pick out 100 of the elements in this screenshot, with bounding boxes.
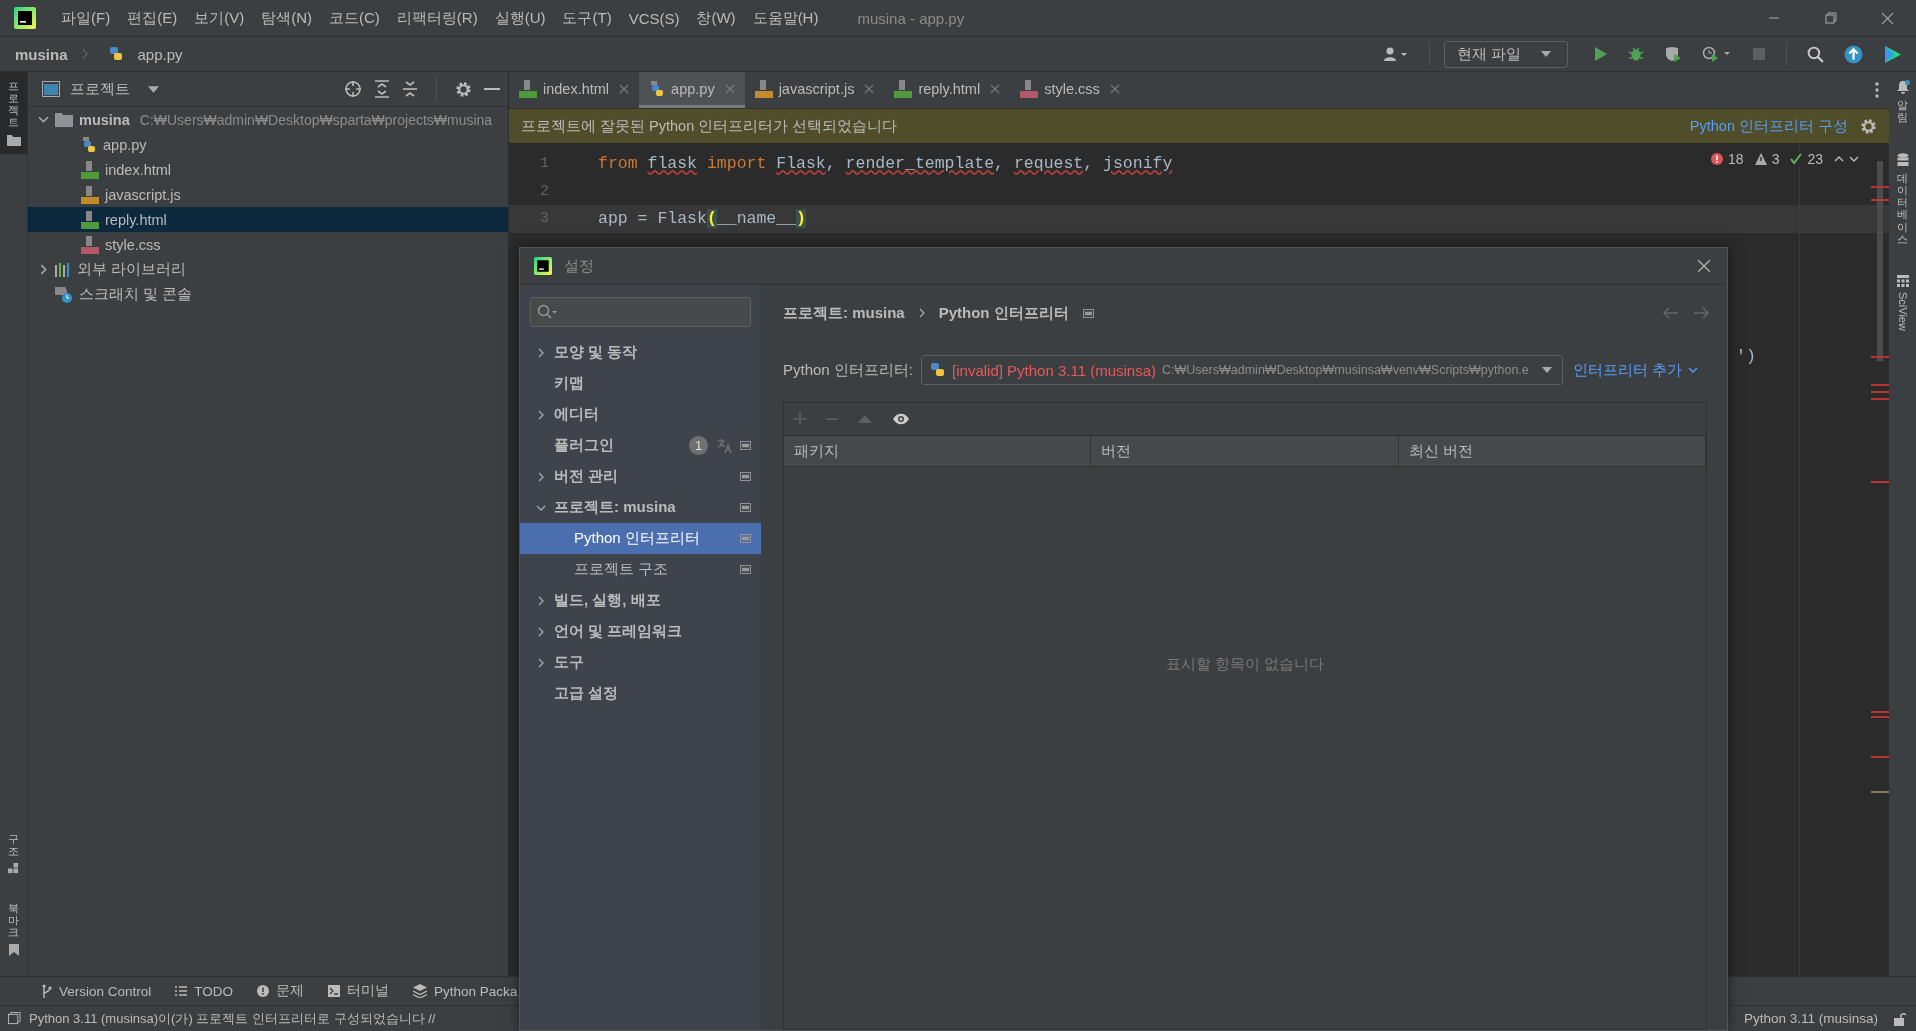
coverage-icon[interactable] [1664, 46, 1682, 62]
ide-logo-icon[interactable] [1883, 44, 1902, 64]
previous-icon[interactable] [1834, 156, 1844, 162]
settings-icon[interactable] [455, 80, 472, 98]
run-config-dropdown[interactable]: 현재 파일 [1443, 40, 1568, 68]
settings-nav-item[interactable]: 키맵 [520, 368, 761, 399]
settings-nav-item[interactable]: 빌드, 실행, 배포 [520, 585, 761, 616]
tool-window-button[interactable]: 북마크 [0, 893, 27, 964]
tool-window-button[interactable]: SciView [1889, 266, 1916, 339]
tool-window-tab[interactable]: TODO [175, 983, 234, 999]
close-icon[interactable] [990, 83, 1001, 94]
search-icon[interactable] [1807, 45, 1824, 63]
settings-nav-item[interactable]: 버전 관리 [520, 461, 761, 492]
more-icon[interactable] [1875, 82, 1879, 98]
tree-row[interactable]: app.py [28, 132, 508, 157]
collapse-all-icon[interactable] [402, 80, 418, 98]
chevron-icon[interactable] [536, 347, 546, 358]
chevron-icon[interactable] [536, 409, 546, 420]
close-icon[interactable] [864, 83, 875, 94]
breadcrumb-project[interactable]: musina [15, 45, 68, 63]
tree-row[interactable]: javascript.js [28, 182, 508, 207]
chevron-icon[interactable] [536, 471, 546, 482]
expand-all-icon[interactable] [374, 80, 390, 98]
add-interpreter-link[interactable]: 인터프리터 추가 [1573, 360, 1699, 380]
caret-icon[interactable] [148, 85, 159, 93]
tree-row[interactable]: reply.html [28, 207, 508, 232]
menu-item[interactable]: 창(W) [696, 8, 736, 28]
panel-toggle-icon[interactable] [8, 1012, 21, 1025]
panel-title[interactable]: 프로젝트 [70, 79, 130, 99]
menu-item[interactable]: 코드(C) [329, 8, 380, 28]
user-icon[interactable] [1382, 46, 1409, 62]
column-header[interactable]: 버전 [1091, 436, 1399, 466]
tool-window-button[interactable]: 데이터베이스 [1889, 145, 1916, 253]
editor-tab[interactable]: javascript.js [744, 72, 885, 108]
close-icon[interactable] [619, 83, 630, 94]
close-icon[interactable] [1881, 11, 1894, 25]
debug-icon[interactable] [1628, 46, 1644, 62]
menu-item[interactable]: 탐색(N) [261, 8, 312, 28]
profiler-icon[interactable] [1702, 46, 1732, 62]
settings-nav-item[interactable]: 에디터 [520, 399, 761, 430]
hide-icon[interactable] [484, 87, 500, 91]
tree-row[interactable]: 스크래치 및 콘솔 [28, 282, 508, 307]
menu-item[interactable]: 도움말(H) [752, 8, 819, 28]
tool-window-tab[interactable]: Python Packa [413, 983, 518, 999]
lock-icon[interactable] [1894, 1011, 1906, 1026]
column-header[interactable]: 패키지 [784, 436, 1092, 466]
locate-icon[interactable] [344, 80, 362, 98]
menu-item[interactable]: 리팩터링(R) [396, 8, 478, 28]
chevron-icon[interactable] [536, 595, 546, 606]
tool-window-tab[interactable]: 터미널 [328, 982, 390, 1000]
editor-tab[interactable]: style.css [1010, 72, 1130, 108]
settings-nav-item[interactable]: 프로젝트: musina [520, 492, 761, 523]
settings-nav-item[interactable]: 고급 설정 [520, 678, 761, 709]
menu-item[interactable]: 도구(T) [562, 8, 612, 28]
chevron-icon[interactable] [536, 657, 546, 668]
settings-nav-item[interactable]: 도구 [520, 647, 761, 678]
editor-tab[interactable]: index.html [509, 72, 640, 108]
search-field[interactable] [530, 297, 751, 327]
chevron-icon[interactable] [536, 626, 546, 637]
close-icon[interactable] [1109, 83, 1120, 94]
settings-nav-item[interactable]: 프로젝트 구조 [520, 554, 761, 585]
chevron-icon[interactable] [38, 114, 49, 125]
tool-window-tab[interactable]: Version Control [42, 983, 152, 999]
next-icon[interactable] [1849, 156, 1859, 162]
interpreter-dropdown[interactable]: [invalid] Python 3.11 (musinsa) C:₩Users₩admin₩Desktop₩musinsa₩venv₩Scripts₩python.e [921, 355, 1564, 385]
column-header[interactable]: 최신 버전 [1398, 436, 1706, 466]
tool-window-button[interactable]: 구조 [0, 824, 27, 882]
chevron-icon[interactable] [38, 264, 49, 275]
tree-row[interactable]: index.html [28, 157, 508, 182]
close-icon[interactable] [1697, 259, 1711, 273]
configure-interpreter-link[interactable]: Python 인터프리터 구성 [1689, 116, 1848, 136]
menu-item[interactable]: 파일(F) [61, 8, 111, 28]
menu-item[interactable]: 편집(E) [127, 8, 178, 28]
settings-nav-item[interactable]: 언어 및 프레임워크 [520, 616, 761, 647]
tree-row[interactable]: 외부 라이브러리 [28, 257, 508, 282]
count-badge: 1 [689, 436, 708, 455]
tool-window-button[interactable]: 알림 [1889, 72, 1916, 132]
passed-count[interactable]: 23 [1807, 151, 1823, 167]
warning-count[interactable]: 3 [1771, 151, 1780, 167]
settings-nav-item[interactable]: 플러그인 1 [520, 430, 761, 461]
editor-tab[interactable]: reply.html [884, 72, 1011, 108]
eye-icon[interactable] [892, 413, 910, 425]
run-icon[interactable] [1594, 46, 1608, 62]
restore-icon[interactable] [1824, 12, 1837, 24]
settings-nav-item[interactable]: Python 인터프리터 [520, 523, 761, 554]
menu-item[interactable]: VCS(S) [628, 9, 680, 27]
tree-row[interactable]: style.css [28, 232, 508, 257]
settings-nav-item[interactable]: 모양 및 동작 [520, 337, 761, 368]
error-count[interactable]: 18 [1728, 151, 1744, 167]
interpreter-status[interactable]: Python 3.11 (musinsa) [1743, 1011, 1878, 1026]
menu-item[interactable]: 실행(U) [494, 8, 546, 28]
settings-icon[interactable] [1860, 117, 1877, 135]
tool-window-button[interactable]: 프로젝트 [0, 72, 27, 155]
tree-row[interactable]: musina C:₩Users₩admin₩Desktop₩sparta₩projects₩musina [28, 107, 508, 132]
editor-tab[interactable]: app.py [639, 72, 745, 108]
menu-item[interactable]: 보기(V) [194, 8, 245, 28]
update-icon[interactable] [1844, 44, 1863, 64]
breadcrumb-item[interactable]: 프로젝트: musina [783, 303, 905, 323]
tool-window-tab[interactable]: 문제 [257, 982, 305, 1000]
breadcrumb-file[interactable]: app.py [137, 45, 183, 63]
